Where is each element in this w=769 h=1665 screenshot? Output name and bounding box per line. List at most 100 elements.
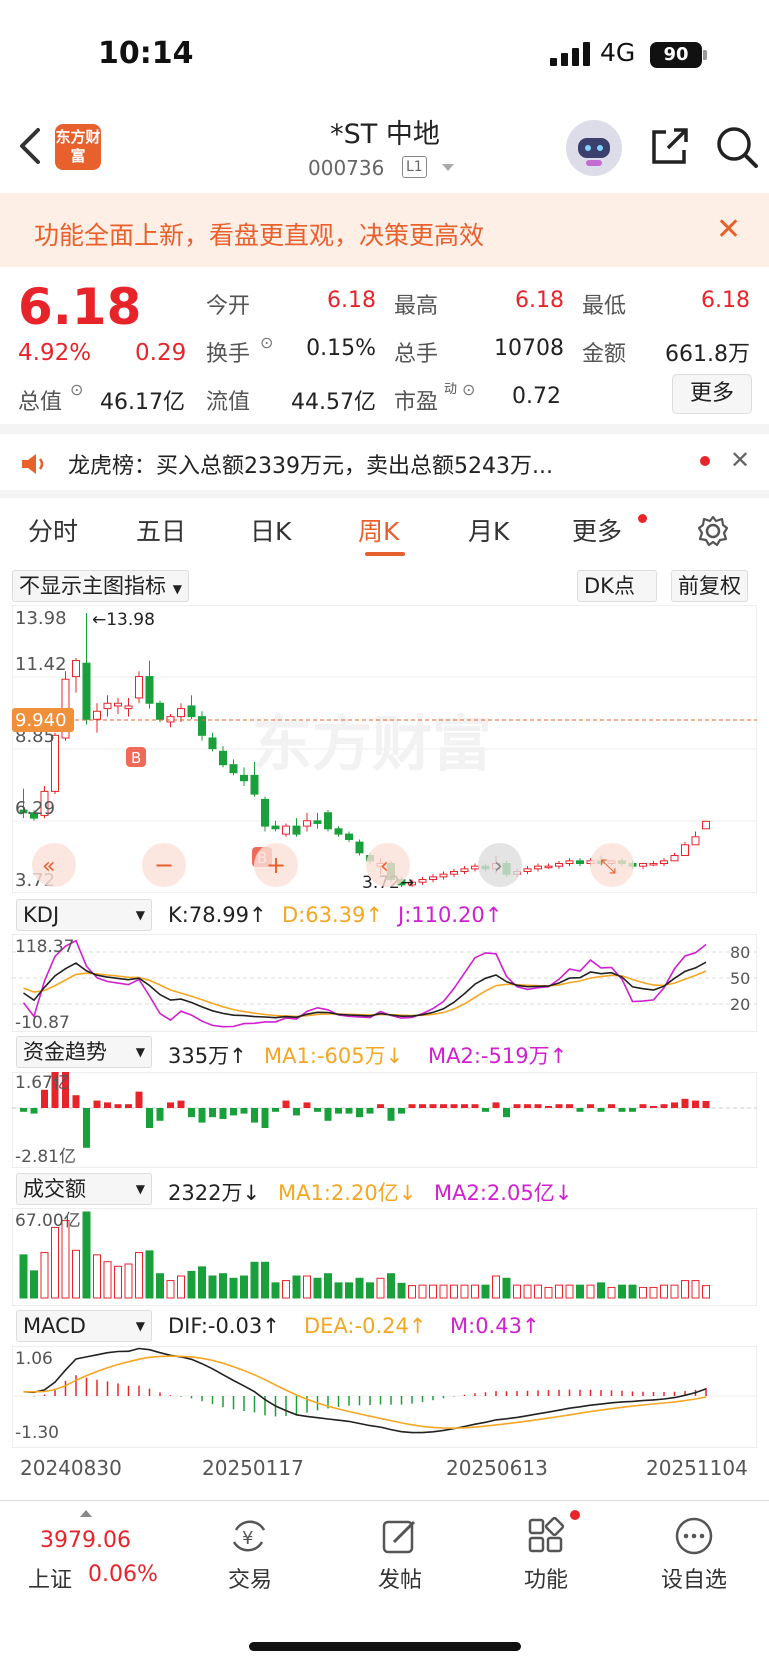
kdj-select[interactable]: KDJ ▼ [16,899,152,931]
amount-bar [418,1284,427,1299]
active-tab-indicator [365,552,405,556]
adjust-button[interactable]: 前复权 [671,570,748,602]
caret-down-icon: ▼ [135,1319,145,1333]
level-badge[interactable]: L1 [402,156,427,178]
tab-monthly-k[interactable]: 月K [468,512,509,548]
double-left-icon: « [42,854,55,879]
fund-flow-bar [20,1108,27,1112]
info-icon[interactable]: ⊙ [260,333,273,352]
back-arrow-icon[interactable] [16,126,46,166]
fund-flow-bar [114,1104,122,1108]
close-icon[interactable]: ✕ [716,212,741,247]
functions-label[interactable]: 功能 [506,1562,586,1594]
candlestick-chart[interactable]: 东方财富 13.98 11.42 8.85 6.29 3.72 9.940 ←1… [12,605,757,893]
open-value: 6.18 [327,288,376,313]
candle-body [292,825,301,835]
trade-icon[interactable]: ¥ [228,1516,270,1556]
index-value[interactable]: 3979.06 [40,1528,131,1553]
amount-bar [702,1285,710,1299]
index-percent[interactable]: 0.06% [88,1562,158,1587]
amount-bar [481,1284,490,1299]
tab-intraday[interactable]: 分时 [28,512,78,548]
fund-flow-bar [681,1098,689,1108]
app-logo[interactable]: 东方财富 [55,124,101,170]
amount-bar [660,1284,668,1299]
volume-value: 10708 [494,336,564,361]
amount-bar [334,1282,343,1299]
y-tick: 1.67亿 [15,1073,70,1093]
caret-down-icon: ▼ [135,1182,145,1196]
pe-label: 市盈 [394,390,439,415]
amount-indicator-number: 2322万 [168,1181,243,1205]
amount-bar [82,1211,91,1299]
fund-flow-bar [156,1108,164,1121]
amount-bar [219,1273,227,1299]
candle-body [355,841,364,854]
fund-flow-ma2: MA2:-519万↑ [428,1044,568,1068]
fund-flow-bar [408,1104,416,1108]
amount-select[interactable]: 成交额 ▼ [16,1173,152,1205]
kdj-chart[interactable]: 118.37 -10.87 80 50 20 [12,934,757,1032]
dk-point-button[interactable]: DK点 [577,570,657,602]
post-edit-icon[interactable] [380,1516,420,1556]
tab-more[interactable]: 更多 [572,512,622,548]
status-time: 10:14 [98,36,194,71]
caret-down-icon: ▼ [172,582,182,596]
info-icon[interactable]: ⊙ [462,380,475,399]
assistant-avatar-icon[interactable] [566,120,622,176]
amount-bar [355,1277,364,1299]
amount-ma1: MA1:2.20亿↓ [278,1181,417,1205]
amount-bar [30,1270,38,1299]
macd-select[interactable]: MACD ▼ [16,1310,152,1342]
kdj-k-value: K:78.99 [168,903,249,927]
amount-bar [534,1284,542,1299]
amount-bar [114,1265,122,1299]
y-tick: 67.00亿 [15,1211,81,1231]
macd-chart[interactable]: 1.06 -1.30 [12,1346,757,1448]
main-indicator-select[interactable]: 不显示主图指标 ▼ [12,570,189,602]
fund-flow-chart[interactable]: 1.67亿 -2.81亿 [12,1072,757,1168]
chevron-down-icon[interactable] [442,164,454,171]
watchlist-label[interactable]: 设自选 [654,1562,734,1594]
amount-bar [93,1254,101,1299]
kdj-d-value: D:63.39 [282,903,366,927]
fund-flow-bar [471,1104,479,1108]
amount-bar [670,1284,679,1299]
add-watchlist-icon[interactable] [674,1516,714,1556]
banner-text: 功能全面上新，看盘更直观，决策更高效 [34,221,485,250]
fund-flow-bar [639,1104,647,1108]
amount-bar [492,1275,500,1299]
tab-weekly-k[interactable]: 周K [358,512,399,548]
trade-label[interactable]: 交易 [210,1562,290,1594]
functions-grid-icon[interactable] [526,1514,566,1556]
amount-bar [61,1220,70,1299]
amount-bar [124,1263,133,1299]
amount-ma2: MA2:2.05亿↓ [434,1181,573,1205]
dragon-tiger-text[interactable]: 龙虎榜：买入总额2339万元，卖出总额5243万... [68,448,553,480]
tab-five-day[interactable]: 五日 [136,512,186,548]
settings-gear-icon[interactable] [696,514,730,548]
tab-daily-k[interactable]: 日K [250,512,291,548]
candle-body [82,662,91,720]
info-icon[interactable]: ⊙ [70,380,83,399]
speaker-icon [22,454,44,474]
fund-flow-select[interactable]: 资金趋势 ▼ [16,1036,152,1068]
amount-chart[interactable]: 67.00亿 [12,1208,757,1306]
share-icon[interactable] [648,124,692,168]
fund-flow-bar [209,1108,216,1118]
index-name[interactable]: 上证 [28,1562,72,1594]
candle-body [240,774,248,782]
stock-code[interactable]: 000736 [308,156,384,180]
home-indicator [249,1642,521,1651]
x-date: 20251104 [646,1456,748,1480]
more-button[interactable]: 更多 [672,374,752,414]
battery-cap [703,50,707,60]
amount-bar [576,1284,584,1299]
close-icon[interactable]: ✕ [730,446,750,474]
fund-flow-bar [377,1104,384,1108]
new-dot [638,514,647,523]
fund-flow-bar [419,1104,426,1108]
candle-body [324,812,332,830]
post-label[interactable]: 发帖 [360,1562,440,1594]
search-icon[interactable] [714,124,760,170]
